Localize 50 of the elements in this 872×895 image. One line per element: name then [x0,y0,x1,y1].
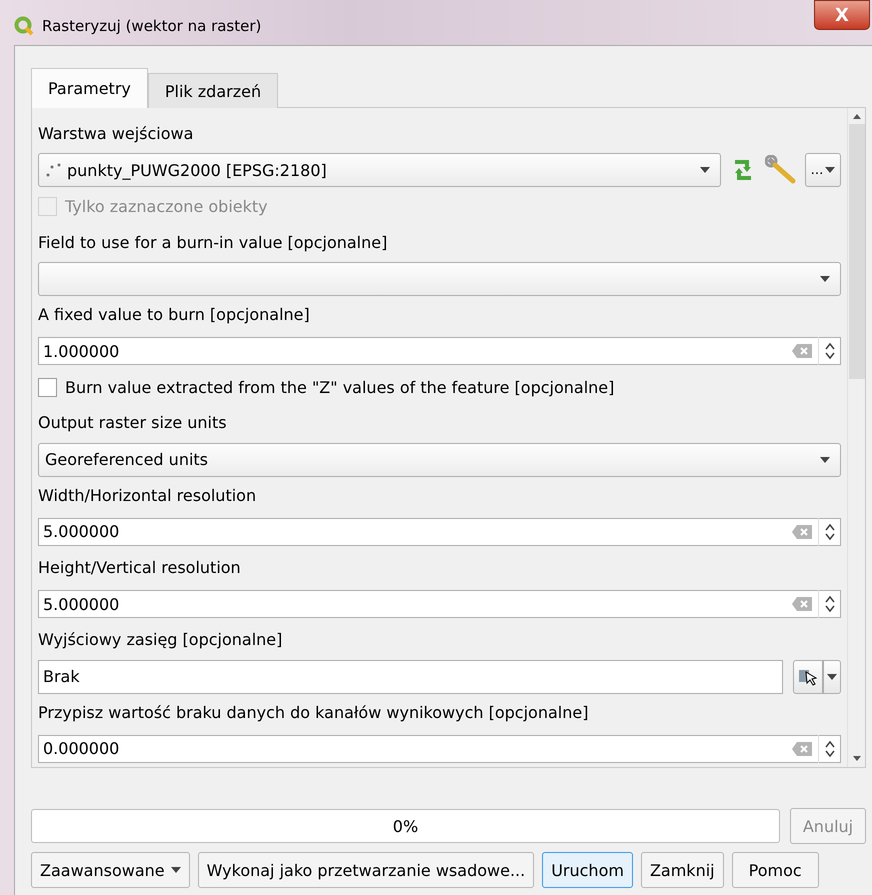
spin-arrows-icon[interactable] [824,740,834,758]
clear-icon[interactable] [792,524,812,539]
number-field[interactable]: 0.000000 [38,734,841,763]
parameter-label: A fixed value to burn [opcjonalne] [38,304,311,326]
tab[interactable]: Parametry [31,68,148,108]
dropdown-caret-icon [820,456,830,463]
clear-icon[interactable] [792,344,812,358]
extent-field[interactable]: Brak [38,660,783,694]
dialog-button[interactable]: Pomoc [732,852,819,888]
clear-icon[interactable] [792,742,812,756]
tab[interactable]: Plik zdarzeń [148,73,278,108]
dialog-button[interactable]: Wykonaj jako przetwarzanie wsadowe... [198,852,534,888]
dialog-button[interactable]: Zamknij [640,852,724,888]
number-field[interactable]: 5.000000 [38,518,841,546]
checkbox-label: Burn value extracted from the "Z" values of the feature [opcjonalne] [65,378,614,397]
scrollbar[interactable] [847,108,865,767]
point-layer-icon [45,162,61,178]
parameter-label: Wyjściowy zasięg [opcjonalne] [38,629,284,652]
wrench-icon[interactable] [765,155,797,186]
number-field[interactable]: 5.000000 [38,590,841,618]
dropdown-caret-icon [700,167,710,174]
layer-dropdown[interactable]: punkty_PUWG2000 [EPSG:2180] [38,153,721,188]
checkbox[interactable] [38,378,57,397]
clear-icon[interactable] [792,597,812,612]
parameter-label: Warstwa wejściowa [38,123,194,145]
options-button[interactable]: ... [805,153,841,188]
parameter-label: Height/Vertical resolution [38,557,242,580]
advanced-menu-button[interactable]: Zaawansowane [31,852,190,888]
options-caret-icon [825,167,836,174]
spin-arrows-icon[interactable] [824,522,834,541]
caret-icon [170,867,181,873]
dropdown[interactable] [38,262,841,296]
spin-arrows-icon[interactable] [824,595,834,614]
caret-icon [827,674,837,680]
extent-menu-button[interactable] [823,660,841,694]
number-field[interactable]: 1.000000 [38,337,841,366]
progress-reading: 0% [392,816,418,836]
parameter-label: Output raster size units [38,412,228,434]
run-button[interactable]: Uruchom [542,852,633,888]
spin-arrows-icon[interactable] [824,342,834,360]
cursor-icon [798,668,818,686]
parameter-label: Field to use for a burn-in value [opcjonalne] [38,232,388,254]
parameter-label: Width/Horizontal resolution [38,484,258,507]
window-title: Rasteryzuj (wektor na raster) [42,16,262,34]
app-logo-icon [14,16,34,36]
dropdown[interactable]: Georeferenced units [38,442,841,477]
parameter-label: Przypisz wartość braku danych do kanałów wynikowych [opcjonalne] [38,702,590,724]
map-select-button[interactable] [793,660,823,694]
dropdown-caret-icon [820,276,830,282]
checkbox-label: Tylko zaznaczone obiekty [65,196,268,216]
